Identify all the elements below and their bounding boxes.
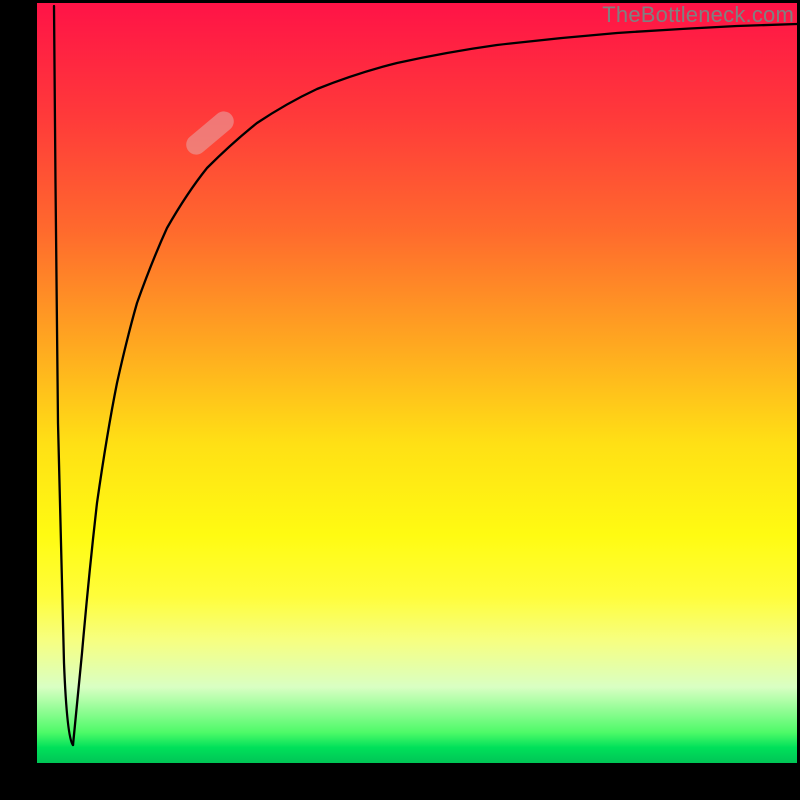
watermark-text: TheBottleneck.com <box>602 2 794 28</box>
chart-frame: TheBottleneck.com <box>0 0 800 800</box>
highlight-pill <box>182 107 238 158</box>
main-curve-path <box>73 24 797 745</box>
curve-layer <box>37 3 797 763</box>
spike-path <box>54 6 73 745</box>
